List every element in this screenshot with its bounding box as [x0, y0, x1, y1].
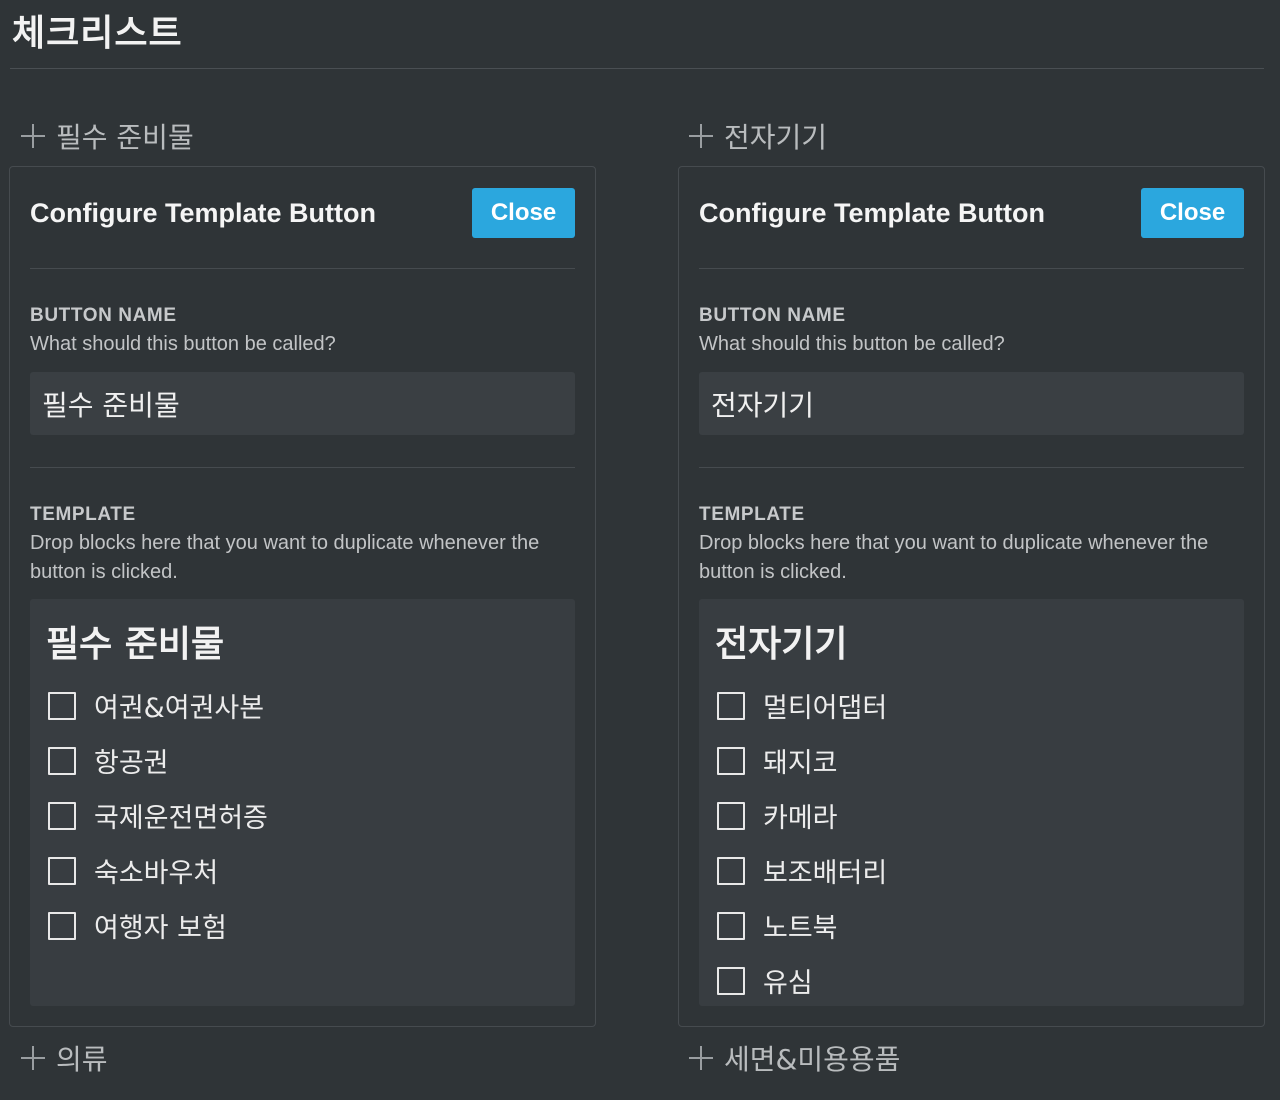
- add-template-label: 의류: [56, 1043, 108, 1076]
- checkbox[interactable]: [717, 966, 745, 995]
- button-name-input[interactable]: 필수 준비물: [30, 372, 575, 435]
- todo-label[interactable]: 돼지코: [763, 741, 838, 780]
- checkbox[interactable]: [717, 911, 745, 940]
- todo-item: 숙소바우처: [48, 843, 268, 898]
- todo-label[interactable]: 여행자 보험: [94, 906, 227, 945]
- template-label: TEMPLATE: [30, 504, 136, 525]
- checkbox[interactable]: [48, 746, 76, 775]
- todo-item: 항공권: [48, 733, 268, 788]
- button-name-label: BUTTON NAME: [30, 305, 177, 326]
- checkbox[interactable]: [48, 691, 76, 720]
- todo-item: 노트북: [717, 898, 887, 953]
- button-name-description: What should this button be called?: [30, 333, 336, 355]
- template-label: TEMPLATE: [699, 504, 805, 525]
- todo-label[interactable]: 카메라: [763, 796, 838, 835]
- button-name-label: BUTTON NAME: [699, 305, 846, 326]
- plus-icon: [688, 123, 714, 149]
- checkbox[interactable]: [48, 801, 76, 830]
- todo-label[interactable]: 국제운전면허증: [94, 796, 268, 835]
- add-template-button-left[interactable]: 의류: [12, 1038, 108, 1078]
- todo-item: 여권&여권사본: [48, 678, 268, 733]
- configure-panel-right: Configure Template Button Close BUTTON N…: [678, 166, 1265, 1027]
- plus-icon: [688, 1045, 714, 1071]
- template-description: Drop blocks here that you want to duplic…: [699, 532, 1209, 583]
- checkbox[interactable]: [717, 746, 745, 775]
- template-description: Drop blocks here that you want to duplic…: [30, 532, 540, 583]
- todo-label[interactable]: 노트북: [763, 906, 838, 945]
- todo-label[interactable]: 보조배터리: [763, 851, 887, 890]
- panel-title: Configure Template Button: [30, 197, 376, 228]
- configure-panel-left: Configure Template Button Close BUTTON N…: [9, 166, 596, 1027]
- todo-label[interactable]: 여권&여권사본: [94, 686, 264, 725]
- button-name-input[interactable]: 전자기기: [699, 372, 1244, 435]
- template-drop-area[interactable]: 필수 준비물 여권&여권사본 항공권 국제운전면허증 숙소바우처 여행자 보험: [30, 599, 575, 1006]
- checkbox[interactable]: [48, 856, 76, 885]
- template-heading[interactable]: 필수 준비물: [46, 615, 224, 667]
- checkbox[interactable]: [717, 691, 745, 720]
- button-name-description: What should this button be called?: [699, 333, 1005, 355]
- todo-label[interactable]: 유심: [763, 961, 813, 1000]
- close-button[interactable]: Close: [472, 188, 575, 238]
- close-button[interactable]: Close: [1141, 188, 1244, 238]
- add-template-label: 세면&미용용품: [724, 1043, 901, 1076]
- template-drop-area[interactable]: 전자기기 멀티어댑터 돼지코 카메라 보조배터리 노트북 유심: [699, 599, 1244, 1006]
- template-heading[interactable]: 전자기기: [715, 615, 847, 667]
- add-template-button-right[interactable]: 세면&미용용품: [680, 1038, 900, 1078]
- checkbox[interactable]: [717, 801, 745, 830]
- add-template-label: 전자기기: [724, 121, 828, 154]
- todo-item: 카메라: [717, 788, 887, 843]
- todo-label[interactable]: 항공권: [94, 741, 169, 780]
- todo-list: 멀티어댑터 돼지코 카메라 보조배터리 노트북 유심: [717, 678, 887, 1008]
- plus-icon: [20, 123, 46, 149]
- divider: [30, 467, 575, 468]
- checkbox[interactable]: [717, 856, 745, 885]
- todo-item: 멀티어댑터: [717, 678, 887, 733]
- todo-item: 돼지코: [717, 733, 887, 788]
- todo-label[interactable]: 멀티어댑터: [763, 686, 887, 725]
- panel-title: Configure Template Button: [699, 197, 1045, 228]
- divider: [699, 467, 1244, 468]
- todo-item: 여행자 보험: [48, 898, 268, 953]
- todo-item: 보조배터리: [717, 843, 887, 898]
- add-template-button-right[interactable]: 전자기기: [680, 116, 827, 156]
- todo-list: 여권&여권사본 항공권 국제운전면허증 숙소바우처 여행자 보험: [48, 678, 268, 953]
- add-template-label: 필수 준비물: [56, 121, 194, 154]
- todo-item: 유심: [717, 953, 887, 1008]
- todo-label[interactable]: 숙소바우처: [94, 851, 218, 890]
- plus-icon: [20, 1045, 46, 1071]
- add-template-button-left[interactable]: 필수 준비물: [12, 116, 194, 156]
- page-title: 체크리스트: [12, 13, 183, 54]
- todo-item: 국제운전면허증: [48, 788, 268, 843]
- panel-header: Configure Template Button Close: [699, 187, 1244, 239]
- title-divider: [10, 68, 1264, 69]
- panel-header: Configure Template Button Close: [30, 187, 575, 239]
- checkbox[interactable]: [48, 911, 76, 940]
- divider: [30, 268, 575, 269]
- divider: [699, 268, 1244, 269]
